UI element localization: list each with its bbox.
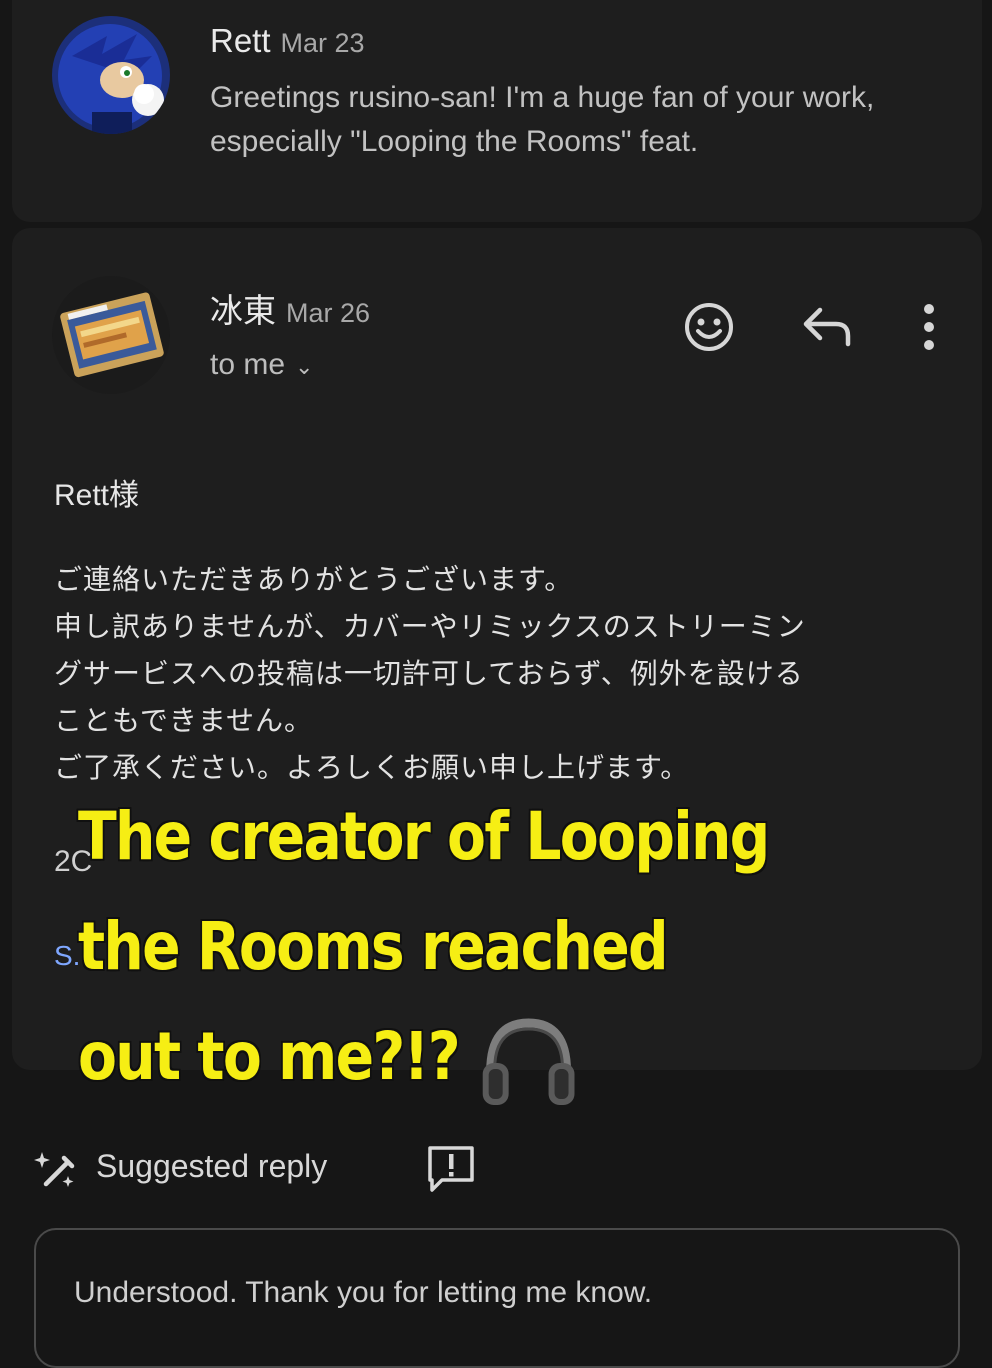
suggested-reply-text: Understood. Thank you for letting me kno… xyxy=(74,1276,653,1309)
avatar-image xyxy=(52,276,170,394)
suggested-reply-label: Suggested reply xyxy=(96,1148,328,1184)
message-date: Mar 26 xyxy=(286,298,371,328)
sender-label: Rett xyxy=(210,22,271,59)
email-body-line: ご連絡いただきありがとうございます。 xyxy=(54,563,574,596)
more-options-button[interactable] xyxy=(912,300,946,354)
caption-line: The creator of Looping xyxy=(78,798,770,875)
more-vertical-icon xyxy=(924,304,934,350)
caption-line-last: out to me?!? xyxy=(78,1002,835,1117)
suggested-reply-header: Suggested reply xyxy=(34,1144,494,1196)
email-body-line: こともできません。 xyxy=(54,704,314,737)
sender-avatar[interactable] xyxy=(52,276,170,394)
recipient-label: to me xyxy=(210,348,286,381)
sender-name-rett: Rett Mar 23 xyxy=(210,22,365,60)
avatar-image xyxy=(52,16,170,134)
caption-line-text: out to me?!? xyxy=(78,1018,461,1095)
overlay-caption: The creator of Looping the Rooms reached… xyxy=(78,782,835,1117)
headphones-icon xyxy=(482,1018,575,1105)
message-snippet: Greetings rusino-san! I'm a huge fan of … xyxy=(210,81,875,158)
chevron-down-icon: ⌄ xyxy=(295,354,314,379)
suggested-reply-chip[interactable]: Understood. Thank you for letting me kno… xyxy=(34,1228,960,1368)
email-link-partial[interactable]: S. xyxy=(54,940,80,972)
sender-name: 冰東 Mar 26 xyxy=(210,284,370,332)
reply-button[interactable] xyxy=(800,302,856,352)
smiley-face-icon xyxy=(685,303,733,351)
add-reaction-button[interactable] xyxy=(682,300,736,354)
email-body: ご連絡いただきありがとうございます。 申し訳ありませんが、カバーやリミックスのス… xyxy=(54,556,944,791)
caption-line: the Rooms reached xyxy=(78,908,669,985)
sender-label: 冰東 xyxy=(210,292,276,329)
email-salutation: Rett様 xyxy=(54,479,140,512)
reply-arrow-icon xyxy=(803,307,851,347)
sender-avatar[interactable] xyxy=(52,16,170,134)
recipient-details-toggle[interactable]: to me ⌄ xyxy=(210,348,313,382)
email-body-line: 申し訳ありませんが、カバーやリミックスのストリーミン xyxy=(54,610,806,643)
feedback-exclamation-icon[interactable] xyxy=(426,1144,476,1194)
pen-sparkle-icon xyxy=(34,1152,75,1187)
message-date: Mar 23 xyxy=(280,28,365,58)
email-body-line: グサービスへの投稿は一切許可しておらず、例外を設ける xyxy=(54,657,804,690)
